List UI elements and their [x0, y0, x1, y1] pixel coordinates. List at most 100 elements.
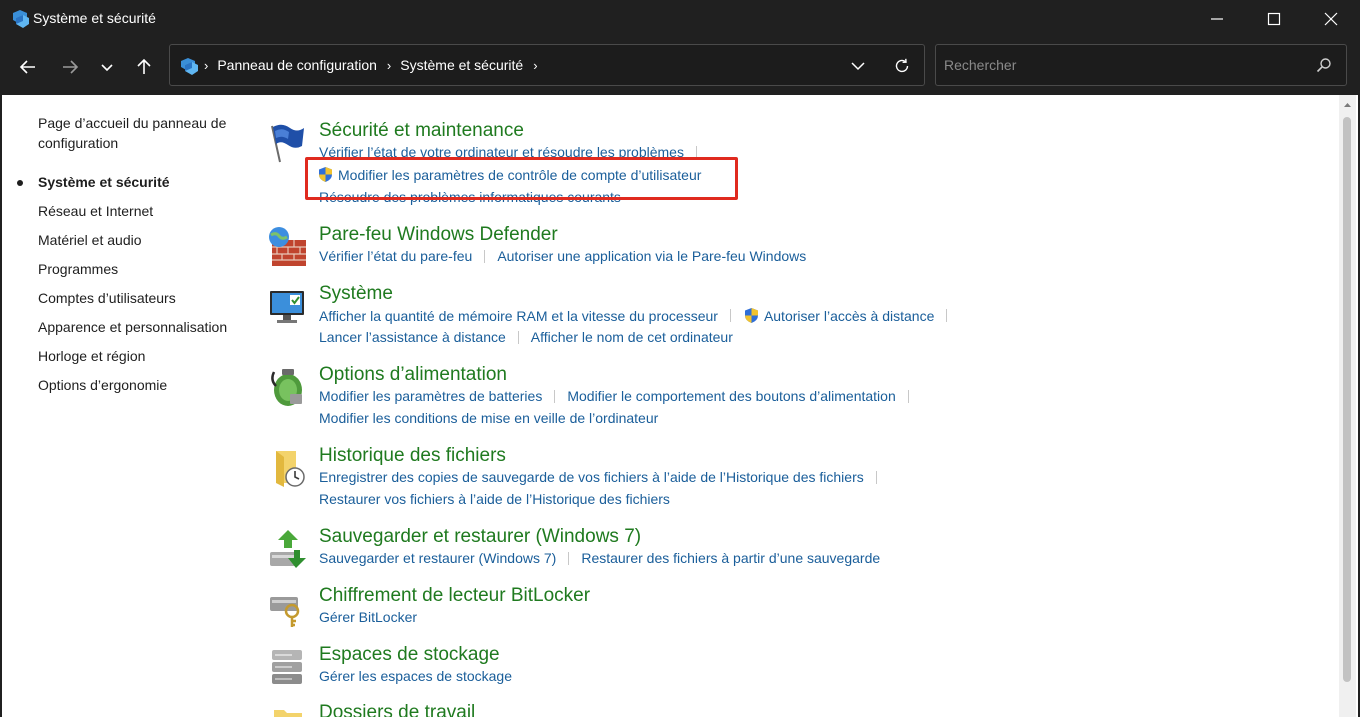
link-sleep-settings[interactable]: Modifier les conditions de mise en veill… [319, 410, 658, 426]
refresh-button[interactable] [890, 54, 914, 78]
bitlocker-icon[interactable] [266, 587, 308, 629]
search-input[interactable] [944, 53, 1304, 77]
uac-shield-icon [744, 308, 758, 323]
scroll-up-icon[interactable] [1343, 101, 1352, 110]
category-links-row: Sauvegarder et restaurer (Windows 7) Res… [319, 550, 880, 566]
breadcrumb-separator-icon[interactable]: › [387, 58, 391, 73]
minimize-icon [1211, 18, 1223, 20]
search-icon[interactable] [1316, 57, 1332, 73]
recent-locations-button[interactable] [92, 52, 122, 82]
category-links-row: Modifier les paramètres de batteries Mod… [319, 388, 921, 404]
sidebar-item-system-security[interactable]: Système et sécurité [38, 172, 170, 192]
arrow-right-icon [63, 60, 79, 74]
sidebar-item-accounts[interactable]: Comptes d’utilisateurs [38, 288, 176, 308]
firewall-icon[interactable] [266, 226, 308, 268]
link-divider [517, 330, 519, 344]
link-backup-restore-w7[interactable]: Sauvegarder et restaurer (Windows 7) [319, 550, 556, 566]
scroll-thumb[interactable] [1343, 117, 1351, 682]
category-title[interactable]: Dossiers de travail [319, 702, 475, 717]
sidebar-item-ease-of-access[interactable]: Options d’ergonomie [38, 375, 167, 395]
link-restore-files[interactable]: Restaurer vos fichiers à l’aide de l’His… [319, 491, 670, 507]
category-title[interactable]: Pare-feu Windows Defender [319, 224, 558, 246]
up-button[interactable] [129, 52, 159, 82]
sidebar-item-clock-region[interactable]: Horloge et région [38, 346, 145, 366]
breadcrumb-control-panel[interactable]: Panneau de configuration [217, 57, 377, 73]
link-divider [946, 309, 948, 322]
category-links-row: Restaurer vos fichiers à l’aide de l’His… [319, 491, 670, 507]
category-title[interactable]: Options d’alimentation [319, 364, 507, 386]
breadcrumb-separator-icon[interactable]: › [204, 58, 208, 73]
link-divider [568, 551, 570, 565]
monitor-icon[interactable] [266, 285, 308, 327]
file-history-icon[interactable] [266, 447, 308, 489]
link-power-buttons[interactable]: Modifier le comportement des boutons d’a… [567, 388, 895, 404]
close-button[interactable] [1302, 0, 1360, 38]
link-divider [484, 249, 486, 263]
arrow-up-icon [137, 58, 151, 74]
link-divider [907, 389, 909, 403]
category-links-row: Gérer BitLocker [319, 609, 417, 625]
title-bar: Système et sécurité [0, 0, 1360, 38]
forward-button[interactable] [55, 52, 85, 82]
sidebar-item-programs[interactable]: Programmes [38, 259, 118, 279]
link-divider [729, 309, 731, 322]
link-manage-bitlocker[interactable]: Gérer BitLocker [319, 609, 417, 625]
sidebar-home-link[interactable]: Page d’accueil du panneau de configurati… [38, 113, 238, 153]
work-folders-icon[interactable] [266, 704, 308, 717]
category-title[interactable]: Chiffrement de lecteur BitLocker [319, 585, 590, 607]
address-bar[interactable]: › Panneau de configuration › Système et … [169, 44, 925, 86]
close-icon [1324, 12, 1338, 26]
category-links-row: Modifier les conditions de mise en veill… [319, 410, 658, 426]
category-title[interactable]: Sécurité et maintenance [319, 120, 524, 142]
link-restore-from-backup[interactable]: Restaurer des fichiers à partir d’une sa… [581, 550, 880, 566]
link-battery-settings[interactable]: Modifier les paramètres de batteries [319, 388, 542, 404]
link-remote-access[interactable]: Autoriser l’accès à distance [764, 308, 934, 324]
arrow-left-icon [19, 60, 35, 74]
breadcrumb-separator-icon[interactable]: › [533, 58, 537, 73]
address-history-button[interactable] [846, 54, 870, 78]
category-title[interactable]: Espaces de stockage [319, 644, 500, 666]
refresh-icon [895, 58, 909, 73]
link-allow-app[interactable]: Autoriser une application via le Pare-fe… [497, 248, 806, 264]
sidebar-item-hardware[interactable]: Matériel et audio [38, 230, 142, 250]
sidebar: Page d’accueil du panneau de configurati… [2, 95, 252, 717]
sidebar-item-appearance[interactable]: Apparence et personnalisation [38, 317, 227, 337]
control-panel-icon [13, 10, 29, 28]
breadcrumb: › Panneau de configuration › Système et … [204, 45, 547, 85]
category-links-row: Afficher la quantité de mémoire RAM et l… [319, 307, 959, 324]
active-bullet-icon [17, 180, 23, 186]
category-links-row: Enregistrer des copies de sauvegarde de … [319, 469, 889, 485]
vertical-scrollbar[interactable] [1339, 95, 1356, 717]
control-panel-icon [181, 58, 198, 75]
chevron-down-icon [851, 62, 865, 71]
category-links-row: Lancer l’assistance à distance Afficher … [319, 329, 733, 345]
minimize-button[interactable] [1188, 0, 1246, 38]
category-title[interactable]: Système [319, 283, 393, 305]
storage-icon[interactable] [266, 646, 308, 688]
highlight-box [305, 157, 738, 200]
link-firewall-status[interactable]: Vérifier l’état du pare-feu [319, 248, 472, 264]
maximize-icon [1267, 12, 1281, 26]
backup-icon[interactable] [266, 528, 308, 570]
maximize-button[interactable] [1245, 0, 1303, 38]
link-manage-storage[interactable]: Gérer les espaces de stockage [319, 668, 512, 684]
link-remote-assistance[interactable]: Lancer l’assistance à distance [319, 329, 506, 345]
link-divider [875, 470, 877, 484]
link-computer-name[interactable]: Afficher le nom de cet ordinateur [531, 329, 733, 345]
link-view-ram-cpu[interactable]: Afficher la quantité de mémoire RAM et l… [319, 308, 718, 324]
link-save-copies[interactable]: Enregistrer des copies de sauvegarde de … [319, 469, 864, 485]
flag-icon[interactable] [266, 122, 308, 164]
back-button[interactable] [13, 52, 43, 82]
chevron-down-icon [101, 64, 113, 72]
category-title[interactable]: Historique des fichiers [319, 445, 506, 467]
category-title[interactable]: Sauvegarder et restaurer (Windows 7) [319, 526, 641, 548]
navigation-bar: › Panneau de configuration › Système et … [0, 38, 1360, 95]
battery-icon[interactable] [266, 366, 308, 408]
sidebar-item-network[interactable]: Réseau et Internet [38, 201, 153, 221]
search-box[interactable] [935, 44, 1347, 86]
category-links-row: Vérifier l’état du pare-feu Autoriser un… [319, 248, 806, 264]
link-divider [554, 389, 556, 403]
window-title: Système et sécurité [33, 10, 156, 26]
breadcrumb-system-security[interactable]: Système et sécurité [400, 57, 523, 73]
category-links-row: Gérer les espaces de stockage [319, 668, 512, 684]
